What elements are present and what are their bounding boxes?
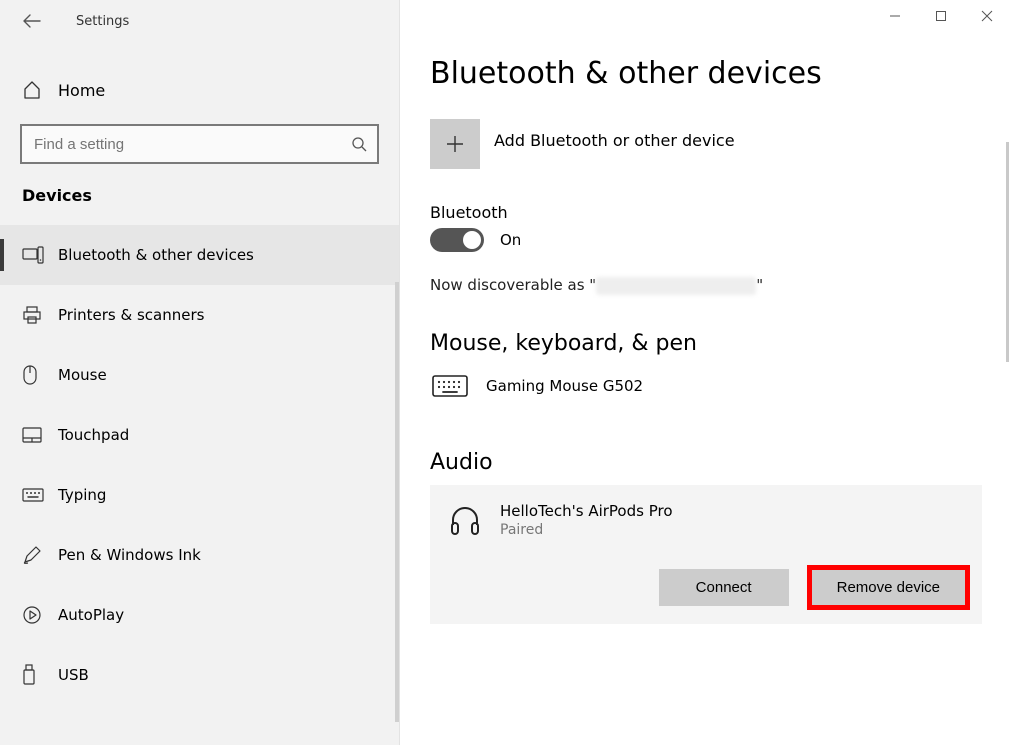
usb-icon: [22, 664, 36, 686]
discoverable-text: Now discoverable as " ": [430, 276, 980, 295]
keyboard-icon: [22, 488, 44, 502]
search-container: [20, 124, 379, 164]
device-status: Paired: [500, 522, 673, 538]
discoverable-prefix: Now discoverable as ": [430, 276, 596, 294]
touchpad-icon: [22, 427, 42, 443]
device-name: Gaming Mouse G502: [486, 377, 643, 395]
back-button[interactable]: [22, 11, 42, 31]
mouse-icon: [22, 364, 38, 386]
content-scrollbar[interactable]: [1006, 142, 1009, 362]
sidebar-item-bluetooth[interactable]: Bluetooth & other devices: [0, 225, 399, 285]
plus-icon: [430, 119, 480, 169]
sidebar-item-label: Pen & Windows Ink: [58, 546, 201, 564]
sidebar-category-header: Devices: [0, 186, 399, 205]
device-name: HelloTech's AirPods Pro: [500, 502, 673, 520]
device-row[interactable]: Gaming Mouse G502: [430, 366, 980, 406]
nav-home-label: Home: [58, 81, 105, 100]
printer-icon: [22, 305, 42, 325]
page-title: Bluetooth & other devices: [430, 56, 980, 91]
bluetooth-toggle-row: On: [430, 228, 980, 252]
sidebar-scrollbar[interactable]: [395, 282, 399, 722]
add-device-label: Add Bluetooth or other device: [494, 131, 735, 150]
sidebar-item-touchpad[interactable]: Touchpad: [0, 405, 399, 465]
device-card-selected[interactable]: HelloTech's AirPods Pro Paired Connect R…: [430, 485, 982, 624]
sidebar-top-row: Settings: [0, 0, 399, 42]
content-area: Bluetooth & other devices Add Bluetooth …: [400, 0, 1010, 745]
nav-home[interactable]: Home: [0, 66, 399, 114]
window-title: Settings: [76, 14, 129, 29]
sidebar-item-label: Printers & scanners: [58, 306, 204, 324]
headphones-icon: [446, 501, 484, 539]
section-mouse-keyboard-pen: Mouse, keyboard, & pen: [430, 331, 980, 356]
arrow-left-icon: [23, 14, 41, 28]
sidebar-item-label: Typing: [58, 486, 106, 504]
bluetooth-toggle[interactable]: [430, 228, 484, 252]
sidebar-nav: Bluetooth & other devices Printers & sca…: [0, 225, 399, 705]
search-icon: [351, 136, 367, 152]
keyboard-icon: [430, 372, 470, 400]
add-device-button[interactable]: Add Bluetooth or other device: [430, 119, 980, 169]
sidebar-item-mouse[interactable]: Mouse: [0, 345, 399, 405]
connect-button[interactable]: Connect: [659, 569, 789, 606]
sidebar-item-printers[interactable]: Printers & scanners: [0, 285, 399, 345]
autoplay-icon: [22, 605, 42, 625]
sidebar: Settings Home Devices: [0, 0, 400, 745]
section-audio: Audio: [430, 450, 980, 475]
bluetooth-section-label: Bluetooth: [430, 203, 980, 222]
discoverable-suffix: ": [756, 276, 763, 294]
home-icon: [22, 80, 42, 100]
sidebar-item-label: Mouse: [58, 366, 107, 384]
bluetooth-toggle-state: On: [500, 231, 521, 249]
toggle-knob: [463, 231, 481, 249]
search-input[interactable]: [32, 135, 351, 154]
sidebar-item-label: Touchpad: [58, 426, 129, 444]
sidebar-item-usb[interactable]: USB: [0, 645, 399, 705]
sidebar-item-label: Bluetooth & other devices: [58, 246, 254, 264]
remove-device-button[interactable]: Remove device: [811, 569, 966, 606]
sidebar-item-label: USB: [58, 666, 89, 684]
search-box[interactable]: [20, 124, 379, 164]
sidebar-item-pen[interactable]: Pen & Windows Ink: [0, 525, 399, 585]
pen-icon: [22, 545, 42, 565]
discoverable-name-redacted: [596, 277, 756, 295]
devices-icon: [22, 246, 44, 264]
sidebar-item-autoplay[interactable]: AutoPlay: [0, 585, 399, 645]
sidebar-item-typing[interactable]: Typing: [0, 465, 399, 525]
sidebar-item-label: AutoPlay: [58, 606, 124, 624]
